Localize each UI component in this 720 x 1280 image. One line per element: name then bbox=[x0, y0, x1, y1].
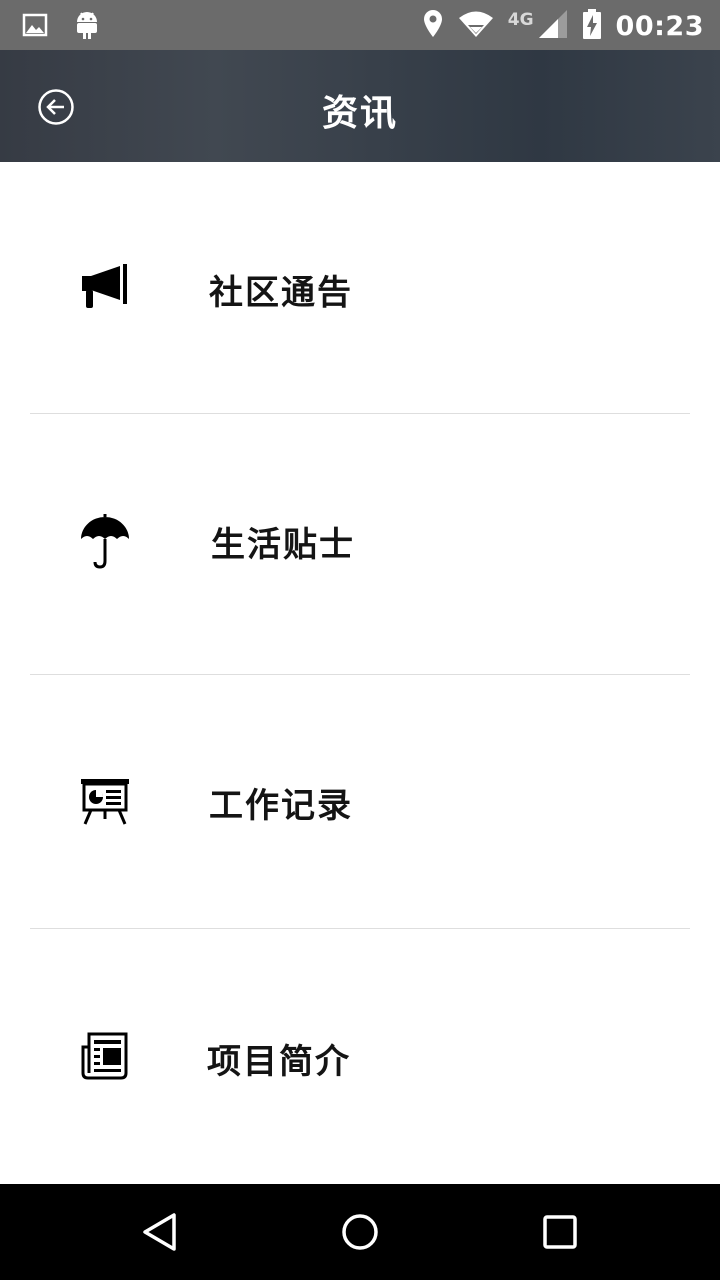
location-icon bbox=[422, 9, 444, 43]
home-circle-icon bbox=[340, 1214, 380, 1256]
nav-home-button[interactable] bbox=[340, 1212, 380, 1252]
back-triangle-icon bbox=[140, 1213, 180, 1256]
presentation-board-icon bbox=[78, 774, 132, 828]
menu-item-label: 社区通告 bbox=[209, 273, 353, 313]
cell-signal-icon bbox=[538, 9, 568, 43]
menu-list: 社区通告 生活贴士 工作记录 项目简介 bbox=[0, 162, 720, 1184]
menu-item-label: 工作记录 bbox=[209, 786, 353, 826]
menu-item-work-records[interactable]: 工作记录 bbox=[0, 675, 720, 929]
menu-item-label: 项目简介 bbox=[207, 1042, 351, 1082]
status-time: 00:23 bbox=[615, 10, 704, 42]
android-icon bbox=[74, 10, 100, 44]
image-notification-icon bbox=[22, 12, 48, 42]
nav-recents-button[interactable] bbox=[540, 1212, 580, 1252]
umbrella-icon bbox=[78, 514, 132, 569]
menu-item-label: 生活贴士 bbox=[211, 525, 355, 565]
recents-square-icon bbox=[540, 1215, 580, 1256]
status-bar: 4G 00:23 bbox=[0, 0, 720, 50]
app-bar: 资讯 bbox=[0, 50, 720, 162]
network-type-label: 4G bbox=[507, 10, 534, 30]
navigation-bar bbox=[0, 1184, 720, 1280]
menu-item-life-tips[interactable]: 生活贴士 bbox=[0, 414, 720, 675]
wifi-icon bbox=[458, 9, 494, 43]
megaphone-icon bbox=[78, 260, 132, 314]
page-title: 资讯 bbox=[321, 93, 398, 134]
newspaper-icon bbox=[78, 1029, 132, 1083]
nav-back-button[interactable] bbox=[140, 1212, 180, 1252]
battery-charging-icon bbox=[582, 8, 602, 44]
menu-item-project-intro[interactable]: 项目简介 bbox=[0, 929, 720, 1184]
menu-item-community-notice[interactable]: 社区通告 bbox=[0, 162, 720, 414]
